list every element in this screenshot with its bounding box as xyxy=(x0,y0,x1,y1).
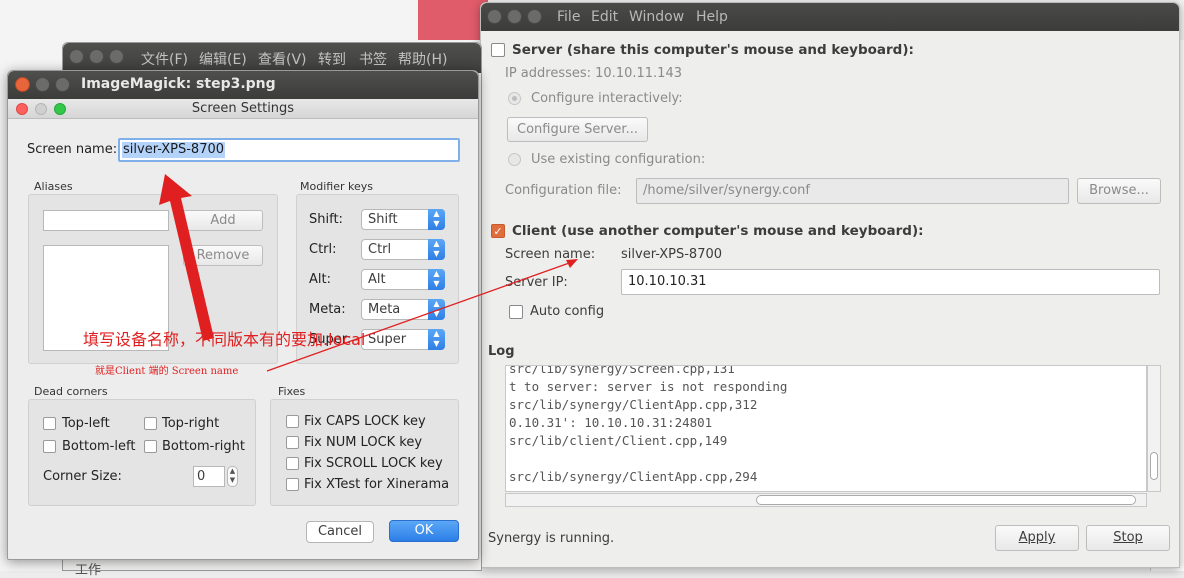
annotation-main-note: 填写设备名称，不同版本有的要加.local xyxy=(83,330,366,349)
annotation-connector-line xyxy=(266,261,573,372)
annotation-arrow-head-icon xyxy=(566,259,578,268)
annotation-sub-note: 就是Client 端的 Screen name xyxy=(95,366,239,377)
annotation-arrow-up-icon xyxy=(159,174,214,341)
annotation-overlay xyxy=(159,174,578,372)
